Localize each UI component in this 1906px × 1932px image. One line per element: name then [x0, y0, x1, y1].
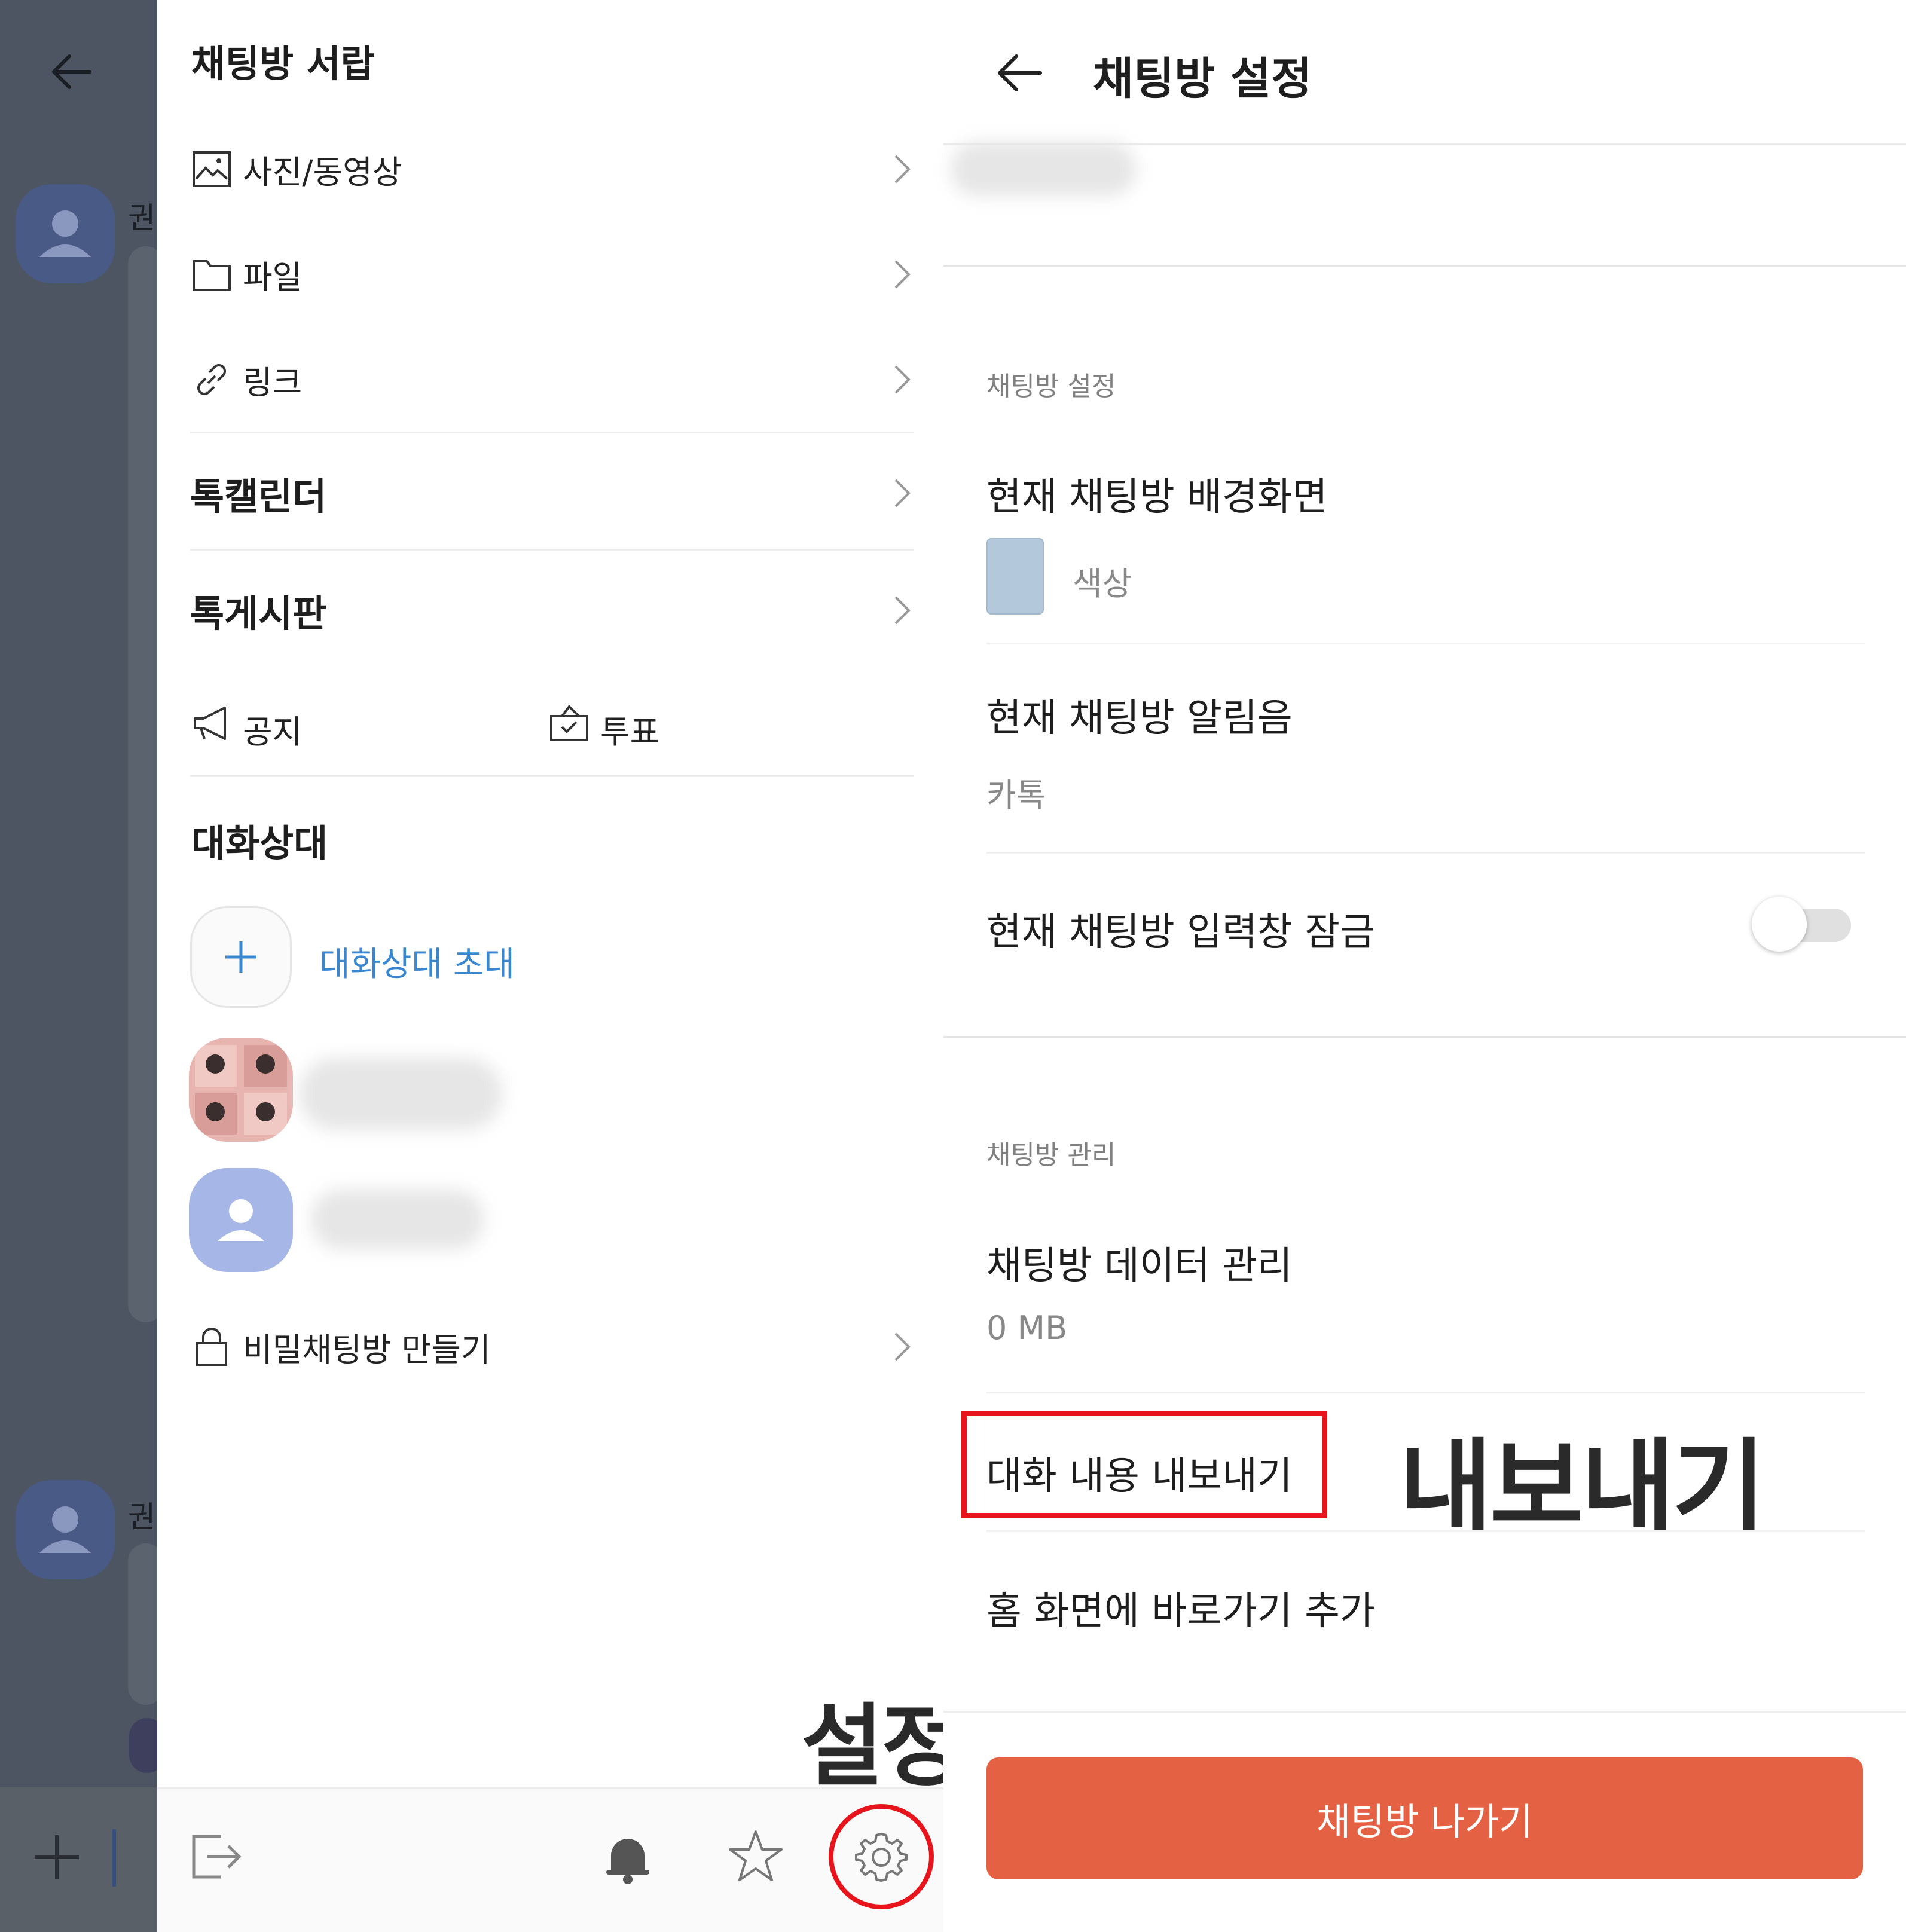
- chevron-right-icon: [890, 592, 914, 628]
- chat-settings-panel: [943, 0, 1906, 1932]
- setting-value: 0 MB: [986, 1309, 1068, 1347]
- members-section-title: 대화상대: [191, 821, 328, 865]
- export-highlight-box: [961, 1411, 1327, 1518]
- drawer-item-talk-calendar[interactable]: 톡캘린더: [190, 442, 914, 544]
- sender-name: 권: [128, 201, 154, 236]
- ballot-box-icon: [548, 702, 591, 745]
- text-cursor: [112, 1829, 116, 1887]
- leave-chat-label: 채팅방 나가기: [1317, 1800, 1533, 1844]
- chat-name-redacted: [951, 142, 1136, 196]
- divider: [190, 432, 914, 433]
- divider: [943, 1036, 1906, 1038]
- drawer-item-photos[interactable]: 사진/동영상: [190, 118, 914, 220]
- divider: [943, 1711, 1906, 1713]
- leave-chat-button[interactable]: 채팅방 나가기: [986, 1757, 1863, 1879]
- chevron-right-icon: [890, 475, 914, 511]
- divider: [986, 852, 1865, 854]
- setting-notification-sound[interactable]: 현재 채팅방 알림음: [986, 687, 1865, 837]
- divider: [986, 1392, 1865, 1393]
- divider: [986, 643, 1865, 644]
- divider: [190, 549, 914, 551]
- divider: [943, 265, 1906, 267]
- input-lock-toggle[interactable]: [1752, 897, 1852, 953]
- notice-label: 공지: [243, 713, 303, 751]
- plus-icon: [30, 1830, 84, 1884]
- setting-data-management[interactable]: 채팅방 데이터 관리: [986, 1235, 1865, 1378]
- setting-title: 현재 채팅방 알림음: [986, 696, 1293, 741]
- sender-name: 권: [128, 1500, 154, 1534]
- chevron-right-icon: [890, 1329, 914, 1365]
- exit-icon[interactable]: [185, 1827, 245, 1887]
- wallpaper-color-swatch: [986, 538, 1044, 615]
- divider: [190, 775, 914, 777]
- setting-wallpaper[interactable]: 현재 채팅방 배경화면: [986, 466, 1865, 646]
- image-icon: [190, 148, 233, 191]
- avatar: [16, 184, 115, 283]
- setting-value: 색상: [1073, 565, 1132, 603]
- drawer-item-label: 사진/동영상: [243, 153, 402, 191]
- drawer-title: 채팅방 서랍: [191, 42, 375, 85]
- setting-value: 카톡: [986, 777, 1046, 814]
- member-name-redacted: [299, 1058, 502, 1130]
- background-chat: 권 권: [0, 0, 165, 1932]
- back-arrow-icon: [48, 48, 96, 96]
- invite-plus-icon[interactable]: [190, 906, 292, 1008]
- poll-label: 투표: [600, 713, 660, 751]
- megaphone-icon: [190, 702, 233, 745]
- chevron-right-icon: [890, 151, 914, 187]
- section-caption-manage: 채팅방 관리: [986, 1140, 1116, 1170]
- drawer-item-links[interactable]: 링크: [190, 329, 914, 430]
- setting-title: 채팅방 데이터 관리: [986, 1244, 1293, 1288]
- divider: [986, 1530, 1865, 1532]
- setting-home-shortcut[interactable]: 홈 화면에 바로가기 추가: [986, 1581, 1375, 1636]
- drawer-item-files[interactable]: 파일: [190, 224, 914, 325]
- invite-members-button[interactable]: 대화상대 초대: [319, 937, 515, 986]
- drawer-item-label: 비밀채팅방 만들기: [243, 1331, 491, 1369]
- back-arrow-icon[interactable]: [992, 45, 1047, 100]
- member-name-redacted: [311, 1190, 484, 1249]
- drawer-bottom-bar: [157, 1787, 943, 1932]
- member-avatar-default[interactable]: [189, 1168, 293, 1272]
- link-icon: [190, 358, 233, 401]
- drawer-item-label: 링크: [243, 363, 303, 402]
- drawer-item-label: 톡캘린더: [190, 475, 327, 518]
- lock-icon: [190, 1325, 233, 1368]
- drawer-item-poll[interactable]: 투표: [548, 687, 775, 759]
- drawer-item-label: 톡게시판: [190, 592, 327, 635]
- drawer-item-secret-chat[interactable]: 비밀채팅방 만들기: [190, 1296, 914, 1398]
- bell-icon[interactable]: [598, 1827, 658, 1887]
- setting-input-lock: 현재 채팅방 입력창 잠금: [986, 910, 1375, 955]
- drawer-item-notice[interactable]: 공지: [190, 687, 417, 759]
- member-avatar-photo[interactable]: [189, 1038, 293, 1142]
- drawer-item-talk-board[interactable]: 톡게시판: [190, 560, 914, 661]
- drawer-item-label: 파일: [243, 258, 303, 296]
- settings-highlight-circle: [829, 1804, 934, 1909]
- folder-icon: [190, 253, 233, 296]
- section-caption-settings: 채팅방 설정: [986, 371, 1116, 402]
- avatar: [16, 1480, 115, 1579]
- chevron-right-icon: [890, 362, 914, 398]
- annotation-settings: 설정: [801, 1695, 964, 1799]
- setting-title: 현재 채팅방 배경화면: [986, 475, 1328, 519]
- chevron-right-icon: [890, 256, 914, 292]
- star-icon[interactable]: [726, 1827, 786, 1887]
- panel-title: 채팅방 설정: [1093, 53, 1312, 105]
